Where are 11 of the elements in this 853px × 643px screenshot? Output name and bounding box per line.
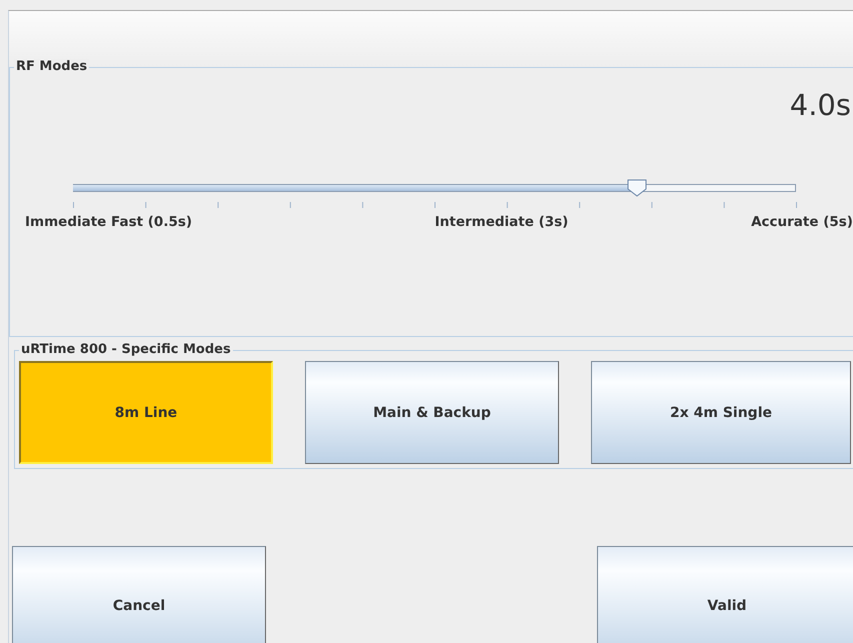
time-reading: 4.0s [788,88,851,124]
group-title: uRTime 800 - Specific Modes [19,342,233,358]
mode-button[interactable]: 2x 4m Single [591,361,851,464]
slider-thumb[interactable] [626,179,647,197]
mode-button[interactable]: Main & Backup [305,361,559,464]
slider-label: Accurate (5s) [751,214,853,230]
slider-label: Intermediate (3s) [434,214,568,230]
slider-label: Immediate Fast (0.5s) [25,214,192,230]
cancel-button[interactable]: Cancel [12,546,266,643]
valid-button[interactable]: Valid [597,546,853,643]
mode-button[interactable]: 8m Line [19,361,273,464]
